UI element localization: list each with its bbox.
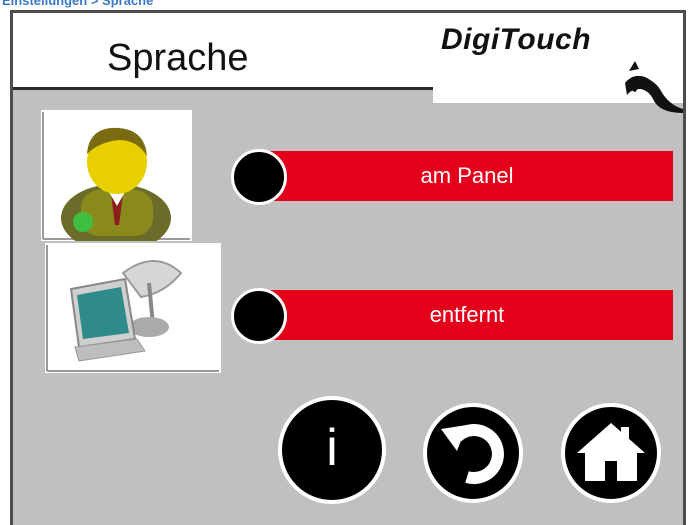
radio-entfernt[interactable]: [231, 288, 287, 344]
back-button[interactable]: [423, 403, 523, 503]
title-divider: [13, 87, 433, 90]
remote-computer-image: [45, 243, 221, 373]
info-icon: i: [326, 419, 338, 477]
logo-text: DigiTouch: [441, 23, 592, 56]
digitouch-logo: DigiTouch: [433, 13, 683, 113]
info-button[interactable]: i: [278, 396, 386, 504]
radio-am-panel[interactable]: [231, 149, 287, 205]
option-entfernt[interactable]: entfernt: [231, 288, 673, 344]
option-label-am-panel[interactable]: am Panel: [261, 151, 673, 201]
person-image: [41, 110, 192, 252]
home-icon: [577, 423, 645, 481]
home-button[interactable]: [561, 403, 661, 503]
option-am-panel[interactable]: am Panel: [231, 149, 673, 205]
page-title: Sprache: [107, 37, 249, 79]
option-label-entfernt[interactable]: entfernt: [261, 290, 673, 340]
title-bar: Sprache: [13, 13, 433, 87]
breadcrumb-text: Einstellungen > Sprache: [2, 0, 154, 8]
breadcrumb: Einstellungen > Sprache: [0, 0, 692, 10]
touch-hand-icon: [625, 61, 683, 113]
back-arrow-icon: [441, 424, 504, 484]
panel-screen: Sprache DigiTouch am Panel entfernt i: [10, 10, 686, 525]
